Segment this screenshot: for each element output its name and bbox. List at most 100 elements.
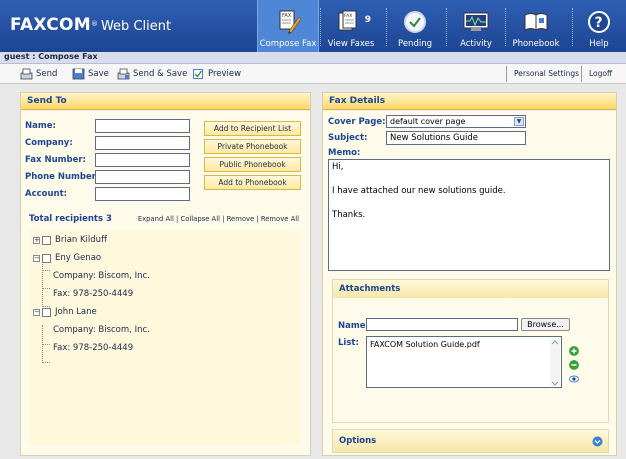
activity-monitor-icon xyxy=(462,9,490,35)
unread-count-badge: 9 xyxy=(364,15,371,25)
nav-label: View Faxes xyxy=(327,39,375,49)
nav-label: Activity xyxy=(460,39,492,49)
send-label: Send xyxy=(36,69,58,79)
cover-page-value: default cover page xyxy=(390,117,466,126)
add-to-recipient-list-button[interactable]: Add to Recipient List xyxy=(204,121,301,136)
nav-label: Help xyxy=(589,39,609,49)
name-label: Name: xyxy=(25,121,56,131)
tree-detail: Fax: 978-250-4449 xyxy=(53,289,134,299)
nav-phonebook[interactable]: Phonebook xyxy=(508,0,564,52)
recipient-tree: + Brian Kilduff − Eny Genao Company: Bis… xyxy=(29,230,301,445)
fax-number-input[interactable] xyxy=(95,153,190,167)
account-input[interactable] xyxy=(95,187,190,201)
company-input[interactable] xyxy=(95,136,190,150)
recipient-checkbox[interactable] xyxy=(42,235,51,245)
phone-number-label: Phone Number: xyxy=(25,172,100,182)
add-attachment-icon[interactable] xyxy=(569,346,579,356)
fax-details-body: Cover Page: default cover page ▼ Subject… xyxy=(323,111,616,455)
private-phonebook-button[interactable]: Private Phonebook xyxy=(204,139,301,154)
browse-button[interactable]: Browse... xyxy=(521,318,570,331)
expand-plus-icon[interactable]: + xyxy=(33,236,40,244)
add-to-phonebook-button[interactable]: Add to Phonebook xyxy=(204,175,301,190)
send-to-panel: Send To Name: Company: Fax Number: Phone… xyxy=(20,92,311,456)
fax-details-title: Fax Details xyxy=(323,93,616,110)
cover-page-select[interactable]: default cover page ▼ xyxy=(386,115,526,128)
options-title: Options xyxy=(333,430,608,452)
subject-label: Subject: xyxy=(328,133,368,143)
tree-detail: Fax: 978-250-4449 xyxy=(53,343,134,353)
memo-line xyxy=(332,174,606,186)
nav-view-faxes[interactable]: FAX 9 View Faxes xyxy=(321,0,381,52)
recipient-checkbox[interactable] xyxy=(42,307,51,317)
preview-checkbox[interactable]: Preview xyxy=(192,67,241,81)
checkbox-checked-icon xyxy=(193,69,203,79)
send-save-label: Send & Save xyxy=(133,69,188,79)
recipient-totals-bar: Total recipients 3 Expand All | Collapse… xyxy=(29,214,301,226)
memo-line: Thanks. xyxy=(332,210,366,220)
breadcrumb-bar: guest : Compose Fax xyxy=(0,52,626,64)
logoff-link[interactable]: Logoff xyxy=(581,66,612,82)
collapse-minus-icon[interactable]: − xyxy=(33,254,40,262)
brand-name: FAXCOM xyxy=(10,15,91,35)
collapse-minus-icon[interactable]: − xyxy=(33,308,40,316)
attachment-file[interactable]: FAXCOM Solution Guide.pdf xyxy=(370,340,558,349)
attachments-title: Attachments xyxy=(333,280,608,298)
svg-text:?: ? xyxy=(595,15,603,31)
tree-node-recipient[interactable]: − John Lane xyxy=(33,306,97,318)
name-input[interactable] xyxy=(95,119,190,133)
send-to-title: Send To xyxy=(21,93,310,110)
remove-all-link[interactable]: Remove All xyxy=(261,215,299,223)
options-section[interactable]: Options xyxy=(332,429,609,453)
attachment-list-label: List: xyxy=(338,338,359,348)
svg-text:FAX: FAX xyxy=(282,13,292,19)
expand-all-link[interactable]: Expand All xyxy=(138,215,174,223)
send-and-save-button[interactable]: Send & Save xyxy=(117,67,187,81)
nav-label: Compose Fax xyxy=(259,39,317,49)
remove-link[interactable]: Remove xyxy=(227,215,255,223)
tree-node-recipient[interactable]: − Eny Genao xyxy=(33,252,101,264)
phonebook-icon xyxy=(522,9,550,35)
listbox-scrollbar[interactable] xyxy=(550,338,560,386)
save-button[interactable]: Save xyxy=(72,67,109,81)
memo-line: Hi, xyxy=(332,162,344,172)
nav-activity[interactable]: Activity xyxy=(448,0,504,52)
attachments-section: Attachments Name: Browse... List: FAXCOM… xyxy=(332,279,609,423)
save-disk-icon xyxy=(72,68,85,80)
view-attachment-icon[interactable] xyxy=(569,374,579,384)
nav-pending[interactable]: Pending xyxy=(389,0,441,52)
pending-clock-icon xyxy=(401,9,429,35)
memo-textarea[interactable]: Hi, I have attached our new solutions gu… xyxy=(328,159,610,271)
tree-detail: Company: Biscom, Inc. xyxy=(53,325,150,335)
breadcrumb: guest : Compose Fax xyxy=(4,52,98,61)
total-recipients: Total recipients 3 xyxy=(29,214,112,224)
personal-settings-link[interactable]: Personal Settings xyxy=(506,66,579,82)
save-label: Save xyxy=(88,69,109,79)
recipient-checkbox[interactable] xyxy=(42,253,51,263)
remove-attachment-icon[interactable] xyxy=(569,360,579,370)
nav-label: Pending xyxy=(398,39,432,49)
attachments-body: Name: Browse... List: FAXCOM Solution Gu… xyxy=(333,298,608,422)
app-header: FAXCOM® Web Client FAX Compose Fax FAX 9 … xyxy=(0,0,626,52)
recipient-name: Eny Genao xyxy=(55,253,102,263)
send-button[interactable]: Send xyxy=(20,67,57,81)
chevron-down-icon[interactable]: ▼ xyxy=(514,117,524,126)
nav-help[interactable]: ? Help xyxy=(579,0,619,52)
collapse-all-link[interactable]: Collapse All xyxy=(181,215,220,223)
send-fax-icon xyxy=(20,68,33,80)
memo-line: I have attached our new solutions guide. xyxy=(332,186,506,196)
subject-input[interactable]: New Solutions Guide xyxy=(386,131,526,145)
phone-number-input[interactable] xyxy=(95,170,190,184)
attachment-name-input[interactable] xyxy=(366,318,518,331)
toolbar: Send Save Send & Save Preview Personal S… xyxy=(0,64,626,84)
tree-node-recipient[interactable]: + Brian Kilduff xyxy=(33,234,107,246)
expand-options-icon[interactable] xyxy=(592,436,603,447)
attachment-listbox[interactable]: FAXCOM Solution Guide.pdf xyxy=(366,336,562,388)
tree-actions: Expand All | Collapse All | Remove | Rem… xyxy=(137,215,299,223)
cover-page-label: Cover Page: xyxy=(328,117,386,127)
send-to-body: Name: Company: Fax Number: Phone Number:… xyxy=(21,111,310,455)
tree-detail: Company: Biscom, Inc. xyxy=(53,271,150,281)
public-phonebook-button[interactable]: Public Phonebook xyxy=(204,157,301,172)
account-label: Account: xyxy=(25,189,68,199)
company-label: Company: xyxy=(25,138,73,148)
nav-compose-fax[interactable]: FAX Compose Fax xyxy=(257,0,319,52)
